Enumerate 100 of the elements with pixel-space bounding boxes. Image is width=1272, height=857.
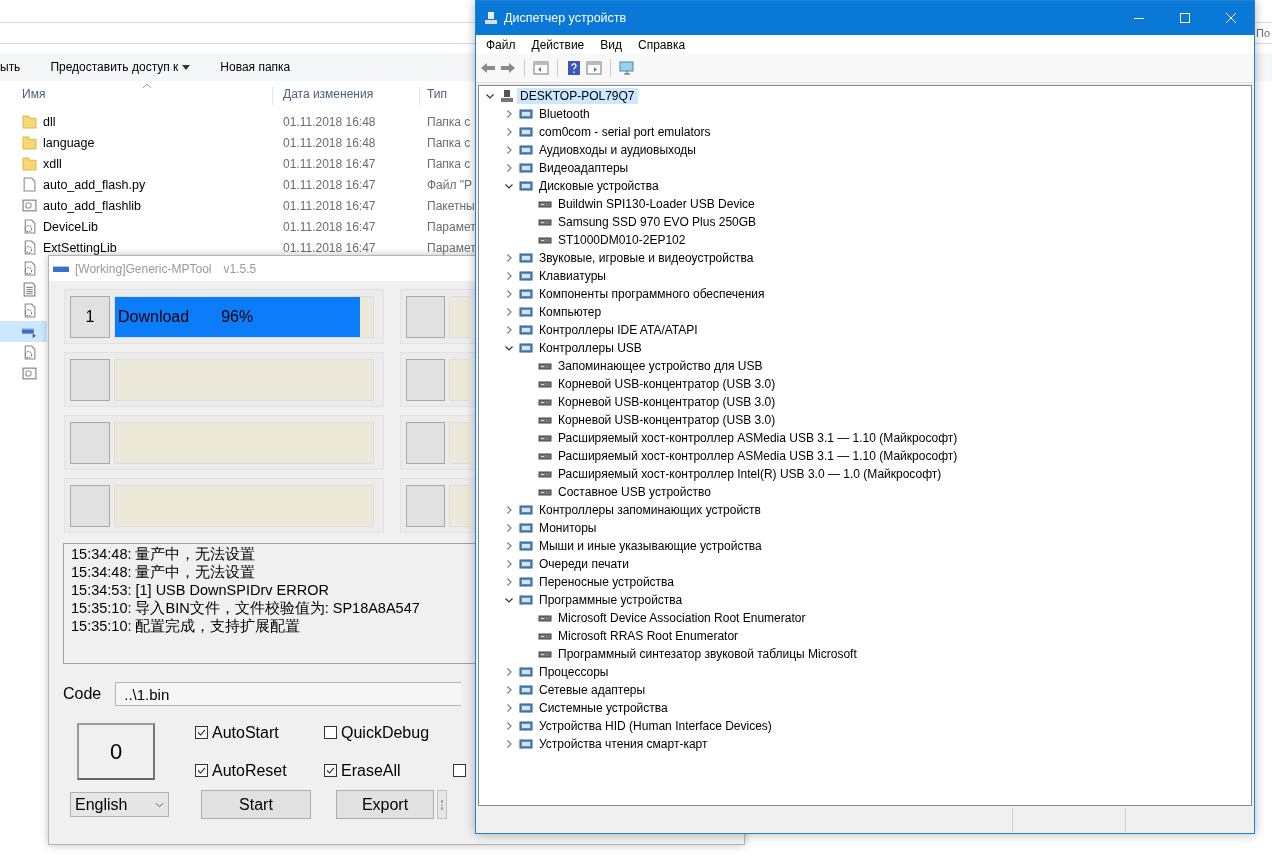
file-date: 01.11.2018 16:48 [283, 114, 376, 129]
tree-item[interactable]: Расширяемый хост-контроллер ASMedia USB 3.1 — 1.10 (Майкрософт) [555, 430, 961, 446]
file-date: 01.11.2018 16:47 [283, 198, 376, 213]
ribbon-button[interactable]: Предоставить доступ к [50, 60, 191, 74]
checkbox[interactable]: QuickDebug [324, 723, 453, 742]
tree-item[interactable]: Мониторы [536, 520, 600, 536]
export-button[interactable]: Export [336, 790, 434, 819]
tree-item[interactable]: Расширяемый хост-контроллер Intel(R) USB 3.0 — 1.0 (Майкрософт) [555, 466, 945, 482]
checkbox[interactable]: EraseAll [324, 761, 453, 780]
counter-display: 0 [77, 723, 155, 780]
file-row[interactable]: dll 01.11.2018 16:48 Папка с [0, 111, 474, 132]
slot-status: Download [118, 307, 190, 326]
tree-item[interactable]: Аудиовходы и аудиовыходы [536, 142, 699, 158]
tree-item[interactable]: Контроллеры запоминающих устройств [536, 502, 764, 518]
column-header[interactable]: Дата изменения [276, 87, 420, 105]
ribbon-button[interactable]: Новая папка [220, 60, 291, 74]
chevron-icon[interactable] [485, 91, 495, 101]
language-select[interactable]: English [70, 792, 169, 817]
device-icon [519, 737, 533, 751]
tree-item[interactable]: Устройства HID (Human Interface Devices) [536, 718, 775, 734]
file-row[interactable]: language 01.11.2018 16:48 Папка с [0, 132, 474, 153]
checkbox[interactable] [453, 761, 467, 780]
tree-item[interactable]: Видеоадаптеры [536, 160, 632, 176]
tree-item[interactable]: Мыши и иные указывающие устройства [536, 538, 765, 554]
text-file-icon [22, 282, 37, 297]
column-header[interactable]: Тип [420, 87, 447, 101]
gear-file-icon [22, 240, 37, 255]
tree-item[interactable]: ST1000DM010-2EP102 [555, 232, 689, 248]
tree-item[interactable]: Расширяемый хост-контроллер ASMedia USB 3.1 — 1.10 (Майкрософт) [555, 448, 961, 464]
device-icon [519, 539, 533, 553]
folder-icon [22, 156, 37, 171]
sort-caret-icon [142, 83, 152, 88]
tree-item[interactable]: DESKTOP-POL79Q7 [517, 88, 638, 104]
caret-icon [182, 64, 191, 70]
chevron-icon[interactable] [504, 343, 514, 353]
tree-item[interactable]: Bluetooth [536, 106, 593, 122]
tree-item[interactable]: Клавиатуры [536, 268, 609, 284]
tree-item[interactable]: Контроллеры IDE ATA/ATAPI [536, 322, 701, 338]
file-row[interactable]: auto_add_flashlib 01.11.2018 16:47 Пакетны [0, 195, 474, 216]
monitor-icon[interactable] [619, 60, 635, 76]
ribbon-button[interactable]: ыть [0, 60, 21, 74]
panel-icon[interactable] [533, 60, 549, 76]
tree-item[interactable]: Корневой USB-концентратор (USB 3.0) [555, 376, 779, 392]
tree-item[interactable]: Дисковые устройства [536, 178, 662, 194]
tree-item[interactable]: Samsung SSD 970 EVO Plus 250GB [555, 214, 760, 230]
file-name: auto_add_flashlib [43, 198, 141, 213]
tree-item[interactable]: Microsoft Device Association Root Enumerator [555, 610, 809, 626]
checkbox[interactable]: AutoReset [195, 761, 324, 780]
column-header[interactable]: Имя [22, 87, 273, 105]
slot-number [70, 421, 110, 464]
forward-icon[interactable] [500, 60, 516, 76]
file-row[interactable]: xdll 01.11.2018 16:47 Папка с [0, 153, 474, 174]
tree-item[interactable]: Корневой USB-концентратор (USB 3.0) [555, 412, 779, 428]
tree-item[interactable]: com0com - serial port emulators [536, 124, 714, 140]
start-button[interactable]: Start [201, 790, 311, 819]
tree-item[interactable]: Переносные устройства [536, 574, 678, 590]
tree-item[interactable]: Контроллеры USB [536, 340, 645, 356]
file-row[interactable]: DeviceLib 01.11.2018 16:47 Парамет [0, 216, 474, 237]
script-file-icon [22, 366, 37, 381]
tree-item[interactable]: Устройства чтения смарт-карт [536, 736, 711, 752]
tree-item[interactable]: Звуковые, игровые и видеоустройства [536, 250, 757, 266]
tree-item[interactable]: Компоненты программного обеспечения [536, 286, 768, 302]
chevron-icon[interactable] [504, 181, 514, 191]
tree-item[interactable]: Очереди печати [536, 556, 633, 572]
status-field [448, 421, 470, 464]
tree-item[interactable]: Системные устройства [536, 700, 671, 716]
checkbox[interactable]: AutoStart [195, 723, 324, 742]
back-icon[interactable] [480, 60, 496, 76]
tree-item[interactable]: Buildwin SPI130-Loader USB Device [555, 196, 758, 212]
file-row[interactable]: auto_add_flash.py 01.11.2018 16:47 Файл "P [0, 174, 474, 195]
window-title: Диспетчер устройств [504, 11, 627, 25]
device-icon [519, 503, 533, 517]
file-row[interactable]: ExtSettingLib 01.11.2018 16:47 Парамет [0, 237, 474, 258]
gear-file-icon [22, 345, 37, 360]
device-icon [519, 287, 533, 301]
menu-item[interactable]: Действие [523, 37, 593, 52]
menu-item[interactable]: Файл [478, 37, 524, 52]
tree-item[interactable]: Программный синтезатор звуковой таблицы Microsoft [555, 646, 860, 662]
file-type: Папка с [427, 135, 471, 150]
menu-item[interactable]: Вид [592, 37, 630, 52]
file-row[interactable] [0, 321, 47, 342]
code-field[interactable]: ..\1.bin [115, 682, 462, 706]
chevron-icon[interactable] [504, 595, 514, 605]
help-icon[interactable] [566, 60, 582, 76]
tree-item[interactable]: Microsoft RRAS Root Enumerator [555, 628, 742, 644]
device-icon [519, 269, 533, 283]
tree-item[interactable]: Сетевые адаптеры [536, 682, 649, 698]
device-icon [519, 521, 533, 535]
close-icon[interactable] [1226, 13, 1236, 23]
tree-item[interactable]: Корневой USB-концентратор (USB 3.0) [555, 394, 779, 410]
tree-item[interactable]: Компьютер [536, 304, 605, 320]
tree-item[interactable]: Составное USB устройство [555, 484, 714, 500]
tree-item[interactable]: Программные устройства [536, 592, 686, 608]
device-icon [519, 179, 533, 193]
panel-icon[interactable] [586, 60, 602, 76]
tree-item[interactable]: Процессоры [536, 664, 612, 680]
maximize-icon[interactable] [1180, 13, 1190, 23]
menu-item[interactable]: Справка [630, 37, 694, 52]
slot-number [406, 295, 445, 338]
tree-item[interactable]: Запоминающее устройство для USB [555, 358, 766, 374]
